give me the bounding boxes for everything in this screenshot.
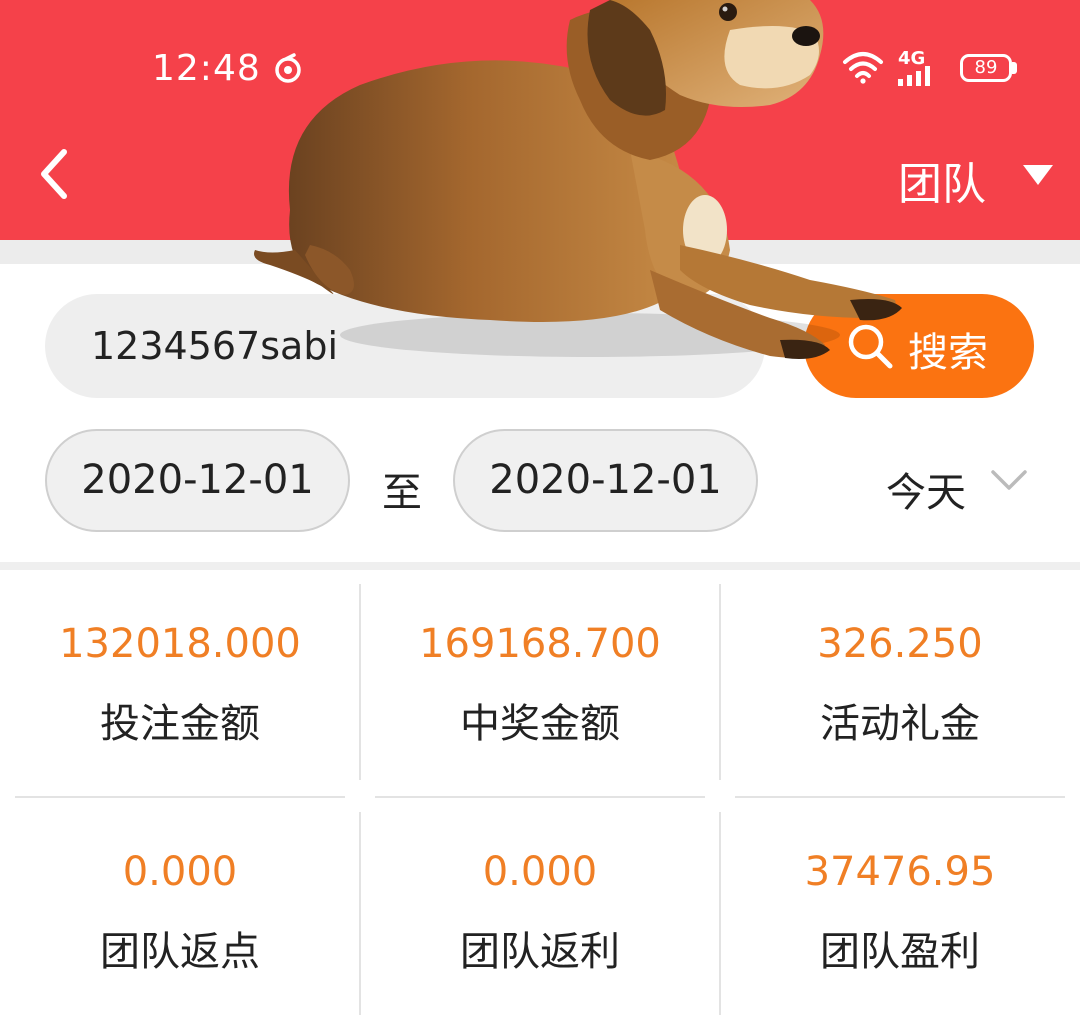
grid-divider (719, 812, 721, 1015)
stat-team-rebate: 0.000 团队返利 (367, 848, 713, 976)
grid-divider (359, 584, 361, 780)
chevron-left-icon[interactable] (34, 146, 78, 202)
grid-divider (735, 796, 1065, 798)
battery-level: 89 (974, 57, 998, 78)
stat-label: 中奖金额 (460, 701, 620, 747)
battery-cap (1012, 62, 1017, 74)
stat-label: 活动礼金 (820, 701, 980, 747)
start-date-picker[interactable]: 2020-12-01 (45, 429, 350, 532)
stat-value: 37476.95 (804, 849, 996, 895)
stat-value: 132018.000 (59, 621, 301, 667)
stat-bet-amount: 132018.000 投注金额 (7, 620, 353, 748)
stat-label: 投注金额 (100, 701, 260, 747)
stat-win-amount: 169168.700 中奖金额 (367, 620, 713, 748)
grid-divider (359, 812, 361, 1015)
stat-activity-bonus: 326.250 活动礼金 (727, 620, 1073, 748)
stat-value: 0.000 (122, 849, 238, 895)
stat-value: 0.000 (482, 849, 598, 895)
section-divider (0, 562, 1080, 570)
end-date-picker[interactable]: 2020-12-01 (453, 429, 758, 532)
quick-range-dropdown[interactable]: 今天 (886, 460, 966, 518)
grid-divider (15, 796, 345, 798)
team-mode-selector[interactable]: 团队 (898, 148, 986, 212)
stat-value: 326.250 (817, 621, 983, 667)
grid-divider (719, 584, 721, 780)
stat-value: 169168.700 (419, 621, 661, 667)
stat-label: 团队盈利 (820, 929, 980, 975)
search-button-label: 搜索 (908, 330, 988, 376)
stat-label: 团队返利 (460, 929, 620, 975)
caret-down-icon[interactable] (1022, 164, 1054, 186)
chevron-down-icon[interactable] (990, 468, 1028, 492)
stat-team-profit: 37476.95 团队盈利 (727, 848, 1073, 976)
stat-label: 团队返点 (100, 929, 260, 975)
dog-sticker-image (254, 0, 902, 359)
date-range-separator: 至 (382, 470, 422, 516)
grid-divider (375, 796, 705, 798)
stat-team-rebate-points: 0.000 团队返点 (7, 848, 353, 976)
status-time: 12:48 (152, 48, 261, 89)
battery-icon: 89 (960, 54, 1012, 82)
